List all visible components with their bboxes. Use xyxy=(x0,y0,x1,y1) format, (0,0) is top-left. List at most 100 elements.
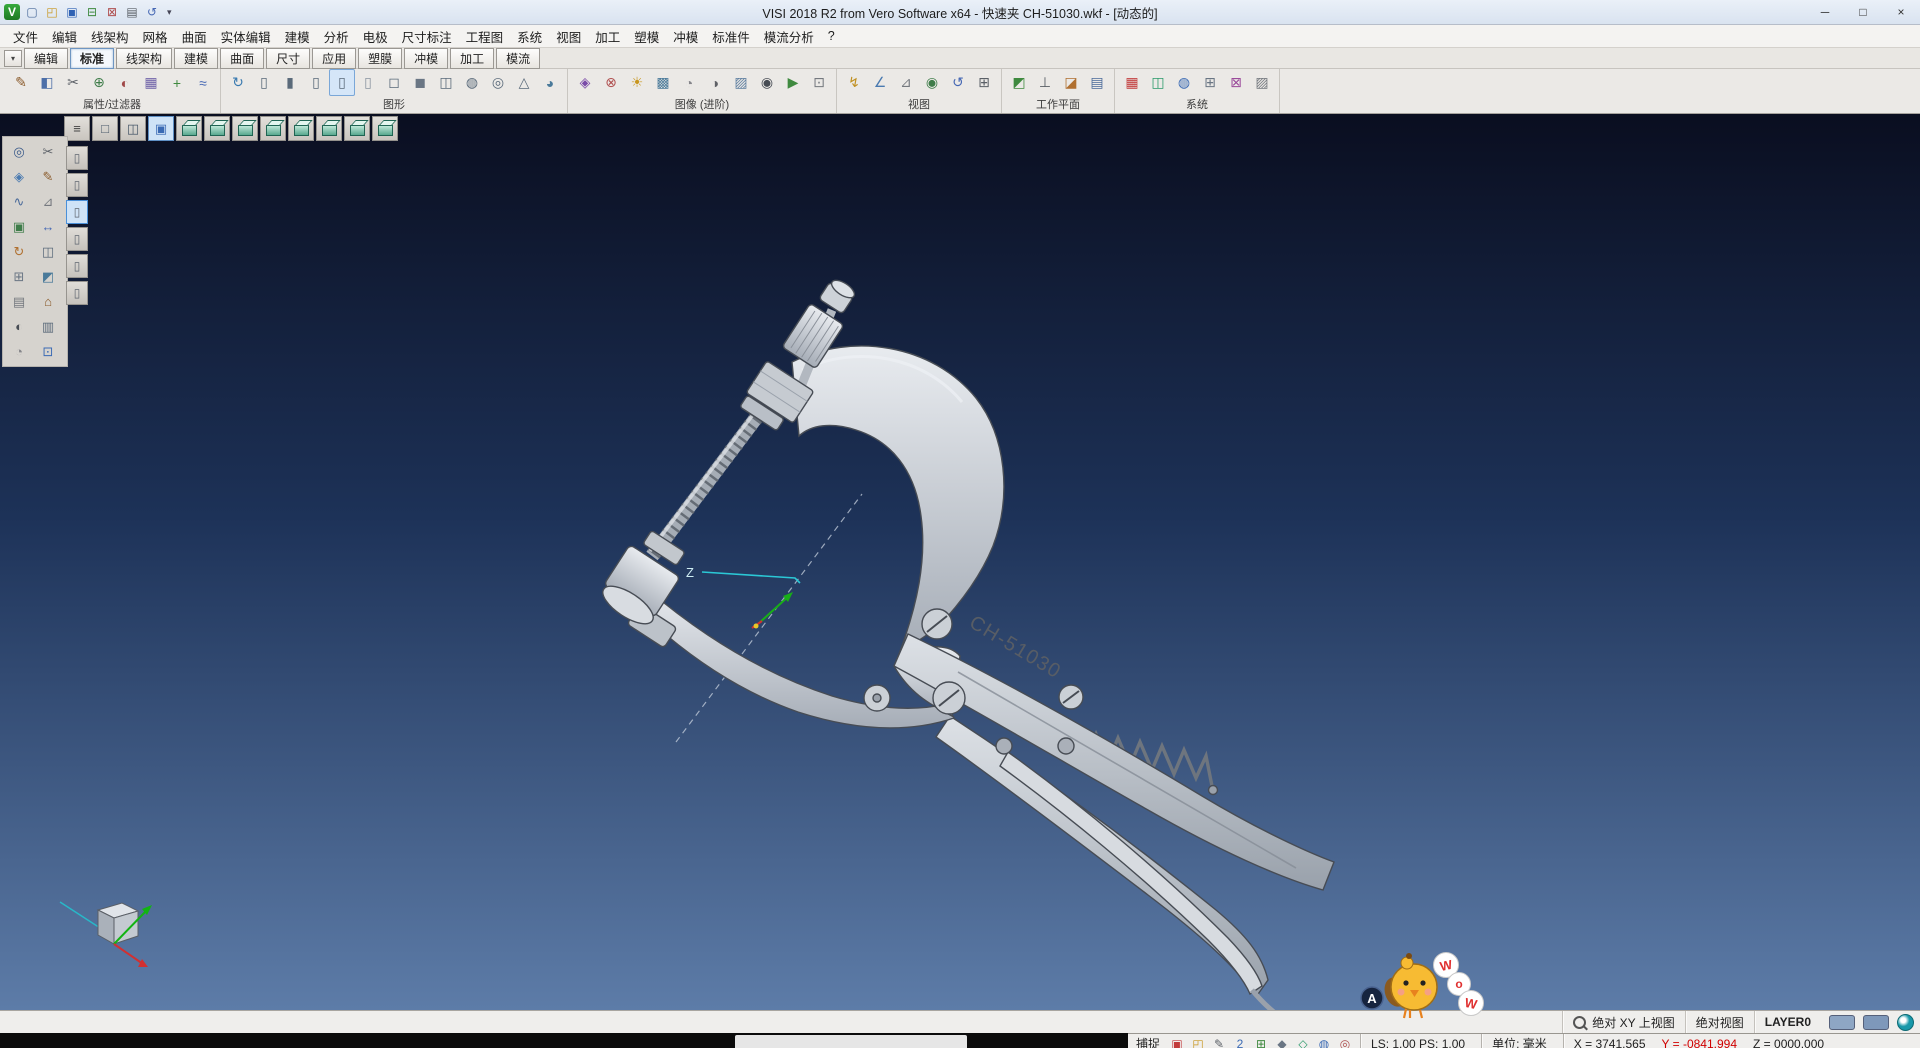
absolute-view-cell[interactable]: 绝对视图 xyxy=(1685,1011,1754,1033)
snap-diamond-icon[interactable]: ◆ xyxy=(1273,1036,1291,1048)
cut-entities-icon[interactable]: ✂ xyxy=(60,69,86,96)
hidden-line-cylinder-icon[interactable]: ▯ xyxy=(303,69,329,96)
clipboard-slot-6-icon[interactable]: ▯ xyxy=(66,281,88,305)
shade-quality-icon[interactable]: ◕ xyxy=(537,69,563,96)
workplane-grid-icon[interactable]: ▤ xyxy=(1084,69,1110,96)
home-view-icon[interactable]: ⌂ xyxy=(35,290,61,313)
tab-wireframe[interactable]: 线架构 xyxy=(116,48,172,69)
menu-help[interactable]: ? xyxy=(821,27,842,45)
clamp-model[interactable]: CH-51030 xyxy=(597,277,1334,1010)
taskbar-item[interactable] xyxy=(735,1035,967,1048)
outline-cylinder-icon[interactable]: ▯ xyxy=(355,69,381,96)
grid-toggle-icon[interactable]: ⊞ xyxy=(1252,1036,1270,1048)
layer-cell[interactable]: LAYER0 xyxy=(1754,1011,1821,1033)
layers-icon[interactable]: ▤ xyxy=(6,290,32,313)
zoom-extents-icon[interactable]: ⊞ xyxy=(971,69,997,96)
new-file-icon[interactable]: ▢ xyxy=(23,3,41,21)
workplane-align-icon[interactable]: ◪ xyxy=(1058,69,1084,96)
cone-display-icon[interactable]: △ xyxy=(511,69,537,96)
screen-layout-icon[interactable]: ◫ xyxy=(1145,69,1171,96)
menu-file[interactable]: 文件 xyxy=(6,25,45,48)
move-icon[interactable]: ↔ xyxy=(35,215,61,238)
view-orientation-field[interactable]: 绝对 XY 上视图 xyxy=(1562,1011,1684,1033)
snap-magnet-icon[interactable]: ⊗ xyxy=(598,69,624,96)
shadow-icon[interactable]: ◑ xyxy=(702,69,728,96)
tab-surface[interactable]: 曲面 xyxy=(220,48,264,69)
tab-modeling[interactable]: 建模 xyxy=(174,48,218,69)
single-viewport-icon[interactable]: □ xyxy=(92,116,118,141)
menu-mold[interactable]: 塑模 xyxy=(627,25,666,48)
workplane-normal-icon[interactable]: ⊥ xyxy=(1032,69,1058,96)
clipboard-slot-5-icon[interactable]: ▯ xyxy=(66,254,88,278)
tab-moldflow[interactable]: 模流 xyxy=(496,48,540,69)
snap-lock-toggle[interactable]: 捕捉 xyxy=(1128,1035,1168,1048)
array-icon[interactable]: ⊞ xyxy=(6,265,32,288)
rotate-view-icon[interactable]: ↺ xyxy=(945,69,971,96)
left-view-icon[interactable] xyxy=(316,116,342,141)
menu-moldflow[interactable]: 模流分析 xyxy=(757,25,821,48)
menu-standard-parts[interactable]: 标准件 xyxy=(705,25,757,48)
rotate-icon[interactable]: ↻ xyxy=(6,240,32,263)
capture-screen-icon[interactable]: ▣ xyxy=(1168,1036,1186,1048)
wire-box-icon[interactable]: ◻ xyxy=(381,69,407,96)
solid-box-icon[interactable]: ◼ xyxy=(407,69,433,96)
top-view-icon[interactable] xyxy=(204,116,230,141)
palette-icon[interactable]: ◰ xyxy=(1189,1036,1207,1048)
shaded-view-icon[interactable]: ▣ xyxy=(148,116,174,141)
export-icon[interactable]: ⊠ xyxy=(103,3,121,21)
render-settings-icon[interactable]: ◈ xyxy=(572,69,598,96)
clipboard-slot-4-icon[interactable]: ▯ xyxy=(66,227,88,251)
shaded-cylinder-icon[interactable]: ▮ xyxy=(277,69,303,96)
tab-die[interactable]: 冲模 xyxy=(404,48,448,69)
tab-dimension[interactable]: 尺寸 xyxy=(266,48,310,69)
color-table-icon[interactable]: ▦ xyxy=(1119,69,1145,96)
bottom-view-icon[interactable] xyxy=(344,116,370,141)
world-globe-icon[interactable]: ◍ xyxy=(1171,69,1197,96)
view-cube-status-icon[interactable]: ◇ xyxy=(1294,1036,1312,1048)
play-animation-icon[interactable]: ▶ xyxy=(780,69,806,96)
color-swatch-2[interactable] xyxy=(1863,1015,1889,1030)
refresh-graphics-icon[interactable]: ↻ xyxy=(225,69,251,96)
tab-mold[interactable]: 塑膜 xyxy=(358,48,402,69)
back-view-icon[interactable] xyxy=(288,116,314,141)
menu-modeling[interactable]: 建模 xyxy=(278,25,317,48)
open-file-icon[interactable]: ◰ xyxy=(43,3,61,21)
menu-machining[interactable]: 加工 xyxy=(588,25,627,48)
measure-triangle-icon[interactable]: ⊿ xyxy=(893,69,919,96)
measure-angle-icon[interactable]: ∠ xyxy=(867,69,893,96)
menu-wireframe[interactable]: 线架构 xyxy=(84,25,136,48)
capture-image-icon[interactable]: ⊡ xyxy=(806,69,832,96)
sketch-pencil-icon[interactable]: ✎ xyxy=(35,165,61,188)
selection-magnet-icon[interactable]: ⊕ xyxy=(86,69,112,96)
menu-edit[interactable]: 编辑 xyxy=(45,25,84,48)
menu-system[interactable]: 系统 xyxy=(510,25,549,48)
spline-curve-icon[interactable]: ∿ xyxy=(6,190,32,213)
print-icon[interactable]: ▤ xyxy=(123,3,141,21)
selection-box-icon[interactable]: ⊠ xyxy=(1223,69,1249,96)
shading-icon[interactable]: ◐ xyxy=(6,315,32,338)
wave-filter-icon[interactable]: ≈ xyxy=(190,69,216,96)
clipboard-slot-2-icon[interactable]: ▯ xyxy=(66,173,88,197)
import-icon[interactable]: ⊟ xyxy=(83,3,101,21)
measure-tool-icon[interactable]: ⊿ xyxy=(35,190,61,213)
transparency-icon[interactable]: ◔ xyxy=(676,69,702,96)
visibility-eye-icon[interactable]: ◉ xyxy=(919,69,945,96)
target-status-icon[interactable]: ◎ xyxy=(1336,1036,1354,1048)
menu-analysis[interactable]: 分析 xyxy=(317,25,356,48)
color-swatch-1[interactable] xyxy=(1829,1015,1855,1030)
quick-access-dropdown-icon[interactable]: ▾ xyxy=(164,7,175,18)
menu-mesh[interactable]: 网格 xyxy=(136,25,175,48)
arc-icon[interactable]: ◔ xyxy=(6,340,32,363)
menu-electrode[interactable]: 电极 xyxy=(356,25,395,48)
texture-map-icon[interactable]: ▩ xyxy=(650,69,676,96)
grid-icon[interactable]: ▥ xyxy=(35,315,61,338)
tab-edit[interactable]: 编辑 xyxy=(24,48,68,69)
save-file-icon[interactable]: ▣ xyxy=(63,3,81,21)
menu-solid-edit[interactable]: 实体编辑 xyxy=(214,25,278,48)
undo-icon[interactable]: ↺ xyxy=(143,3,161,21)
sphere-display-icon[interactable]: ◍ xyxy=(459,69,485,96)
layer-mask-icon[interactable]: ◐ xyxy=(112,69,138,96)
edit-pencil-icon[interactable]: ✎ xyxy=(1210,1036,1228,1048)
chamfer-icon[interactable]: ◩ xyxy=(35,265,61,288)
close-button[interactable]: × xyxy=(1882,0,1920,24)
